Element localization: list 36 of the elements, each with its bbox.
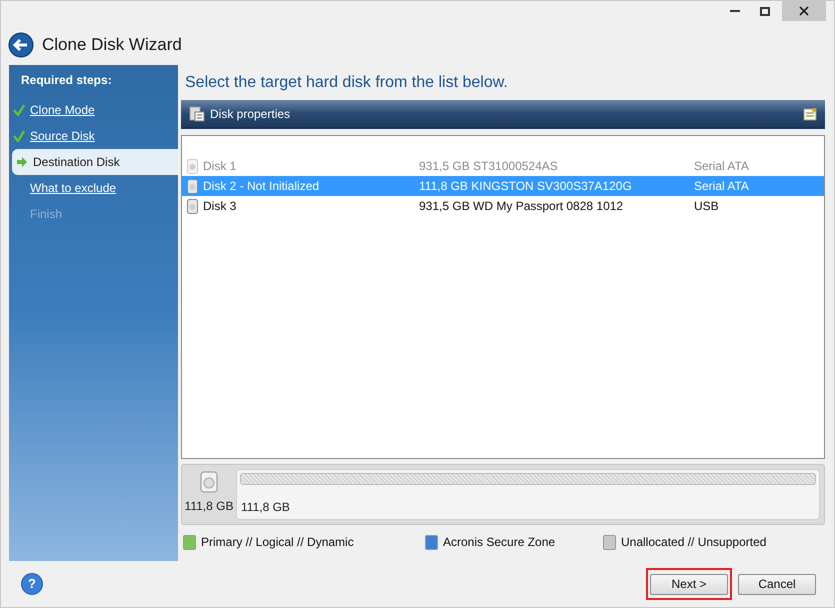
disk-capacity: 931,5 GB WD My Passport 0828 1012 — [419, 198, 624, 215]
partition-size: 111,8 GB — [241, 499, 291, 516]
disk-row[interactable]: Disk 3 931,5 GB WD My Passport 0828 1012 USB — [182, 196, 824, 216]
minimize-icon — [730, 10, 740, 12]
help-button[interactable]: ? — [21, 573, 43, 595]
sidebar-heading: Required steps: — [20, 72, 113, 89]
partition-block[interactable]: 111,8 GB — [236, 469, 820, 520]
disk-interface: USB — [694, 198, 719, 215]
maximize-icon — [760, 6, 770, 16]
arrow-icon — [16, 156, 28, 168]
disk-interface: Serial ATA — [694, 178, 749, 195]
notes-icon[interactable] — [803, 106, 817, 120]
step-link[interactable]: Destination Disk — [33, 153, 120, 171]
disk-interface: Serial ATA — [694, 158, 749, 175]
disk-name: Disk 3 — [203, 198, 238, 215]
legend-label: Unallocated // Unsupported — [621, 534, 766, 551]
disk-capacity: 931,5 GB ST31000524AS — [419, 158, 559, 175]
step-link: Finish — [30, 206, 62, 223]
disk-properties-icon[interactable] — [189, 106, 205, 122]
wizard-button[interactable]: Cancel — [738, 574, 816, 594]
legend-label: Primary // Logical // Dynamic — [201, 534, 354, 551]
window-title: Clone Disk Wizard — [42, 34, 182, 56]
disk-row[interactable]: Disk 2 - Not Initialized 111,8 GB KINGSTON SV300S37A120G Serial ATA — [182, 176, 824, 196]
toolbar-label: Disk properties — [210, 106, 290, 122]
disk-name: Disk 1 — [203, 158, 238, 175]
close-icon — [799, 6, 809, 16]
wizard-button[interactable]: Next > — [650, 574, 728, 594]
disk-capacity: 111,8 GB KINGSTON SV300S37A120G — [419, 178, 633, 195]
instruction-text: Select the target hard disk from the list below. — [184, 73, 509, 93]
step-link[interactable]: Source Disk — [30, 127, 95, 145]
close-button[interactable] — [782, 1, 826, 21]
disk-size-label: 111,8 GB — [184, 498, 234, 515]
step-link[interactable]: What to exclude — [30, 179, 116, 197]
step-link[interactable]: Clone Mode — [30, 101, 95, 119]
disk-name: Disk 2 - Not Initialized — [203, 178, 320, 195]
legend-label: Acronis Secure Zone — [443, 534, 556, 551]
